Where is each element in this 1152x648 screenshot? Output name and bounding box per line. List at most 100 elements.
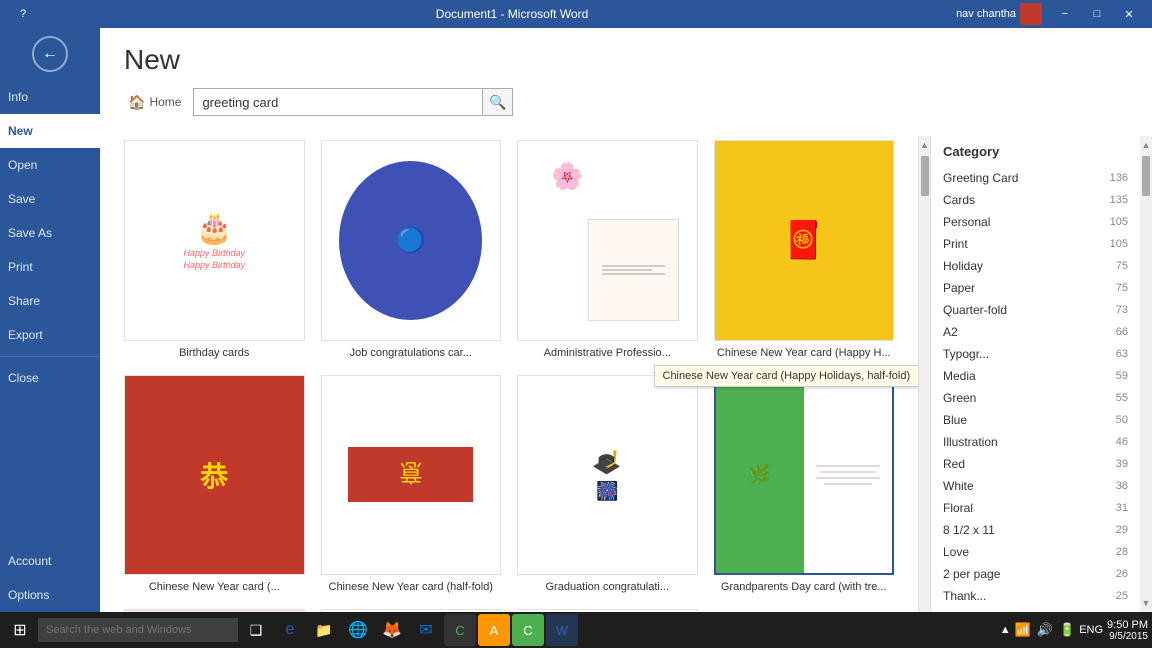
category-item-a2[interactable]: A2 66: [931, 321, 1140, 343]
close-button[interactable]: ✕: [1114, 4, 1144, 24]
category-label: Typogr...: [943, 347, 989, 361]
titlebar-help[interactable]: ?: [8, 4, 38, 24]
template-chinese-ny2-label: Chinese New Year card (...: [124, 581, 305, 593]
tray-network-icon: 📶: [1015, 622, 1031, 638]
scroll-thumb[interactable]: [921, 156, 929, 196]
page-title: New: [124, 44, 1128, 76]
category-item-print[interactable]: Print 105: [931, 233, 1140, 255]
template-graduation[interactable]: 🎓 🎆 Graduation congratulati...: [517, 375, 698, 594]
tray-time-display: 9:50 PM: [1107, 619, 1148, 631]
taskbar-file-explorer[interactable]: 📁: [308, 614, 340, 646]
tray-chevron[interactable]: ▲: [1000, 624, 1011, 636]
template-admin-label: Administrative Professio...: [517, 347, 698, 359]
templates-grid: 🎂 Happy Birthday Happy Birthday Birthday…: [124, 140, 894, 612]
content-header: New 🏠 Home 🔍: [100, 28, 1152, 136]
taskbar-firefox[interactable]: 🦊: [376, 614, 408, 646]
category-item-greeting-card[interactable]: Greeting Card 136: [931, 167, 1140, 189]
category-label: Print: [943, 237, 968, 251]
sidebar-item-info[interactable]: Info: [0, 80, 100, 114]
sidebar-item-new[interactable]: New: [0, 114, 100, 148]
template-admin-prof[interactable]: 🌸 Administrative Profess: [517, 140, 698, 359]
sidebar-item-close[interactable]: Close: [0, 361, 100, 395]
minimize-button[interactable]: −: [1050, 4, 1080, 24]
template-pink[interactable]: 🌷: [124, 609, 305, 612]
template-chinese-fold[interactable]: 意 Chinese New Year card (half-fold): [321, 375, 502, 594]
home-button[interactable]: 🏠 Home: [124, 90, 185, 115]
category-label: Thank...: [943, 589, 986, 603]
category-item-media[interactable]: Media 59: [931, 365, 1140, 387]
category-label: Illustration: [943, 435, 998, 449]
tray-language: ENG: [1079, 624, 1103, 636]
taskbar-app2[interactable]: A: [478, 614, 510, 646]
search-input[interactable]: [194, 91, 482, 114]
template-anni[interactable]: With Our Anniversary 💕: [321, 609, 502, 612]
template-chinese-ny[interactable]: 🧧 Chinese New Year card (Happy H... Chin…: [714, 140, 895, 359]
tray-battery-icon: 🔋: [1059, 622, 1075, 638]
search-button[interactable]: 🔍: [482, 89, 512, 115]
category-label: Greeting Card: [943, 171, 1018, 185]
category-item-8half[interactable]: 8 1/2 x 11 29: [931, 519, 1140, 541]
category-scrollbar[interactable]: ▲: [918, 136, 930, 612]
category-item-typogr[interactable]: Typogr... 63: [931, 343, 1140, 365]
category-label: Paper: [943, 281, 975, 295]
template-grandparents[interactable]: 🌿 Grandparents Day card (with tre...: [714, 375, 895, 594]
category-item-thank[interactable]: Thank... 25: [931, 585, 1140, 607]
category-item-paper[interactable]: Paper 75: [931, 277, 1140, 299]
template-job-congrats[interactable]: 🔵 Job congratulations car...: [321, 140, 502, 359]
maximize-button[interactable]: □: [1082, 4, 1112, 24]
tray-time[interactable]: 9:50 PM 9/5/2015: [1107, 619, 1148, 642]
category-item-floral[interactable]: Floral 31: [931, 497, 1140, 519]
taskbar-chrome[interactable]: 🌐: [342, 614, 374, 646]
category-item-love[interactable]: Love 28: [931, 541, 1140, 563]
category-item-quarter-fold[interactable]: Quarter-fold 73: [931, 299, 1140, 321]
template-chinese-ny-label: Chinese New Year card (Happy H...: [714, 347, 895, 359]
category-item-green[interactable]: Green 55: [931, 387, 1140, 409]
sidebar-item-options[interactable]: Options: [0, 578, 100, 612]
cat-scroll-up[interactable]: ▲: [1140, 138, 1152, 152]
sidebar-item-save[interactable]: Save: [0, 182, 100, 216]
taskbar-app1[interactable]: C: [444, 614, 476, 646]
taskbar-task-view[interactable]: ❑: [240, 614, 272, 646]
category-item-red[interactable]: Red 39: [931, 453, 1140, 475]
category-header: Category: [931, 136, 1140, 167]
taskbar-search-input[interactable]: [38, 618, 238, 642]
category-item-holiday[interactable]: Holiday 75: [931, 255, 1140, 277]
category-panel: Category Greeting Card 136 Cards 135 Per…: [930, 136, 1140, 612]
taskbar-word-btn[interactable]: W: [546, 614, 578, 646]
sidebar-item-share[interactable]: Share: [0, 284, 100, 318]
sidebar-back: ←: [0, 28, 100, 80]
category-label: Cards: [943, 193, 975, 207]
template-chinese-ny2[interactable]: 恭 Chinese New Year card (...: [124, 375, 305, 594]
title-bar: ? Document1 - Microsoft Word nav chantha…: [0, 0, 1152, 28]
category-right-scrollbar[interactable]: ▲ ▼: [1140, 136, 1152, 612]
sidebar-item-save-as[interactable]: Save As: [0, 216, 100, 250]
category-item-illustration[interactable]: Illustration 46: [931, 431, 1140, 453]
category-label: Blue: [943, 413, 967, 427]
taskbar-ie-btn[interactable]: e: [274, 614, 306, 646]
sidebar-item-export[interactable]: Export: [0, 318, 100, 352]
category-item-white[interactable]: White 38: [931, 475, 1140, 497]
sidebar-item-open[interactable]: Open: [0, 148, 100, 182]
search-row: 🏠 Home 🔍: [124, 88, 1128, 116]
tray-date-display: 9/5/2015: [1107, 631, 1148, 642]
template-birthday[interactable]: 🎂 Happy Birthday Happy Birthday Birthday…: [124, 140, 305, 359]
category-item-personal[interactable]: Personal 105: [931, 211, 1140, 233]
start-button[interactable]: ⊞: [4, 614, 36, 646]
template-grid-card[interactable]: [517, 609, 698, 612]
search-box: 🔍: [193, 88, 513, 116]
back-button[interactable]: ←: [32, 36, 68, 72]
category-item-2per[interactable]: 2 per page 26: [931, 563, 1140, 585]
taskbar-app3[interactable]: C: [512, 614, 544, 646]
sidebar-item-account[interactable]: Account: [0, 544, 100, 578]
sidebar-item-print[interactable]: Print: [0, 250, 100, 284]
tray-volume-icon[interactable]: 🔊: [1037, 622, 1053, 638]
template-birthday-label: Birthday cards: [124, 347, 305, 359]
tooltip: Chinese New Year card (Happy Holidays, h…: [654, 365, 919, 387]
taskbar-outlook[interactable]: ✉: [410, 614, 442, 646]
main-content: New 🏠 Home 🔍 🎂: [100, 28, 1152, 612]
cat-scroll-down[interactable]: ▼: [1140, 596, 1152, 610]
category-item-blue[interactable]: Blue 50: [931, 409, 1140, 431]
taskbar-tray: ▲ 📶 🔊 🔋 ENG 9:50 PM 9/5/2015: [1000, 619, 1148, 642]
category-item-cards[interactable]: Cards 135: [931, 189, 1140, 211]
cat-scroll-thumb[interactable]: [1142, 156, 1150, 196]
